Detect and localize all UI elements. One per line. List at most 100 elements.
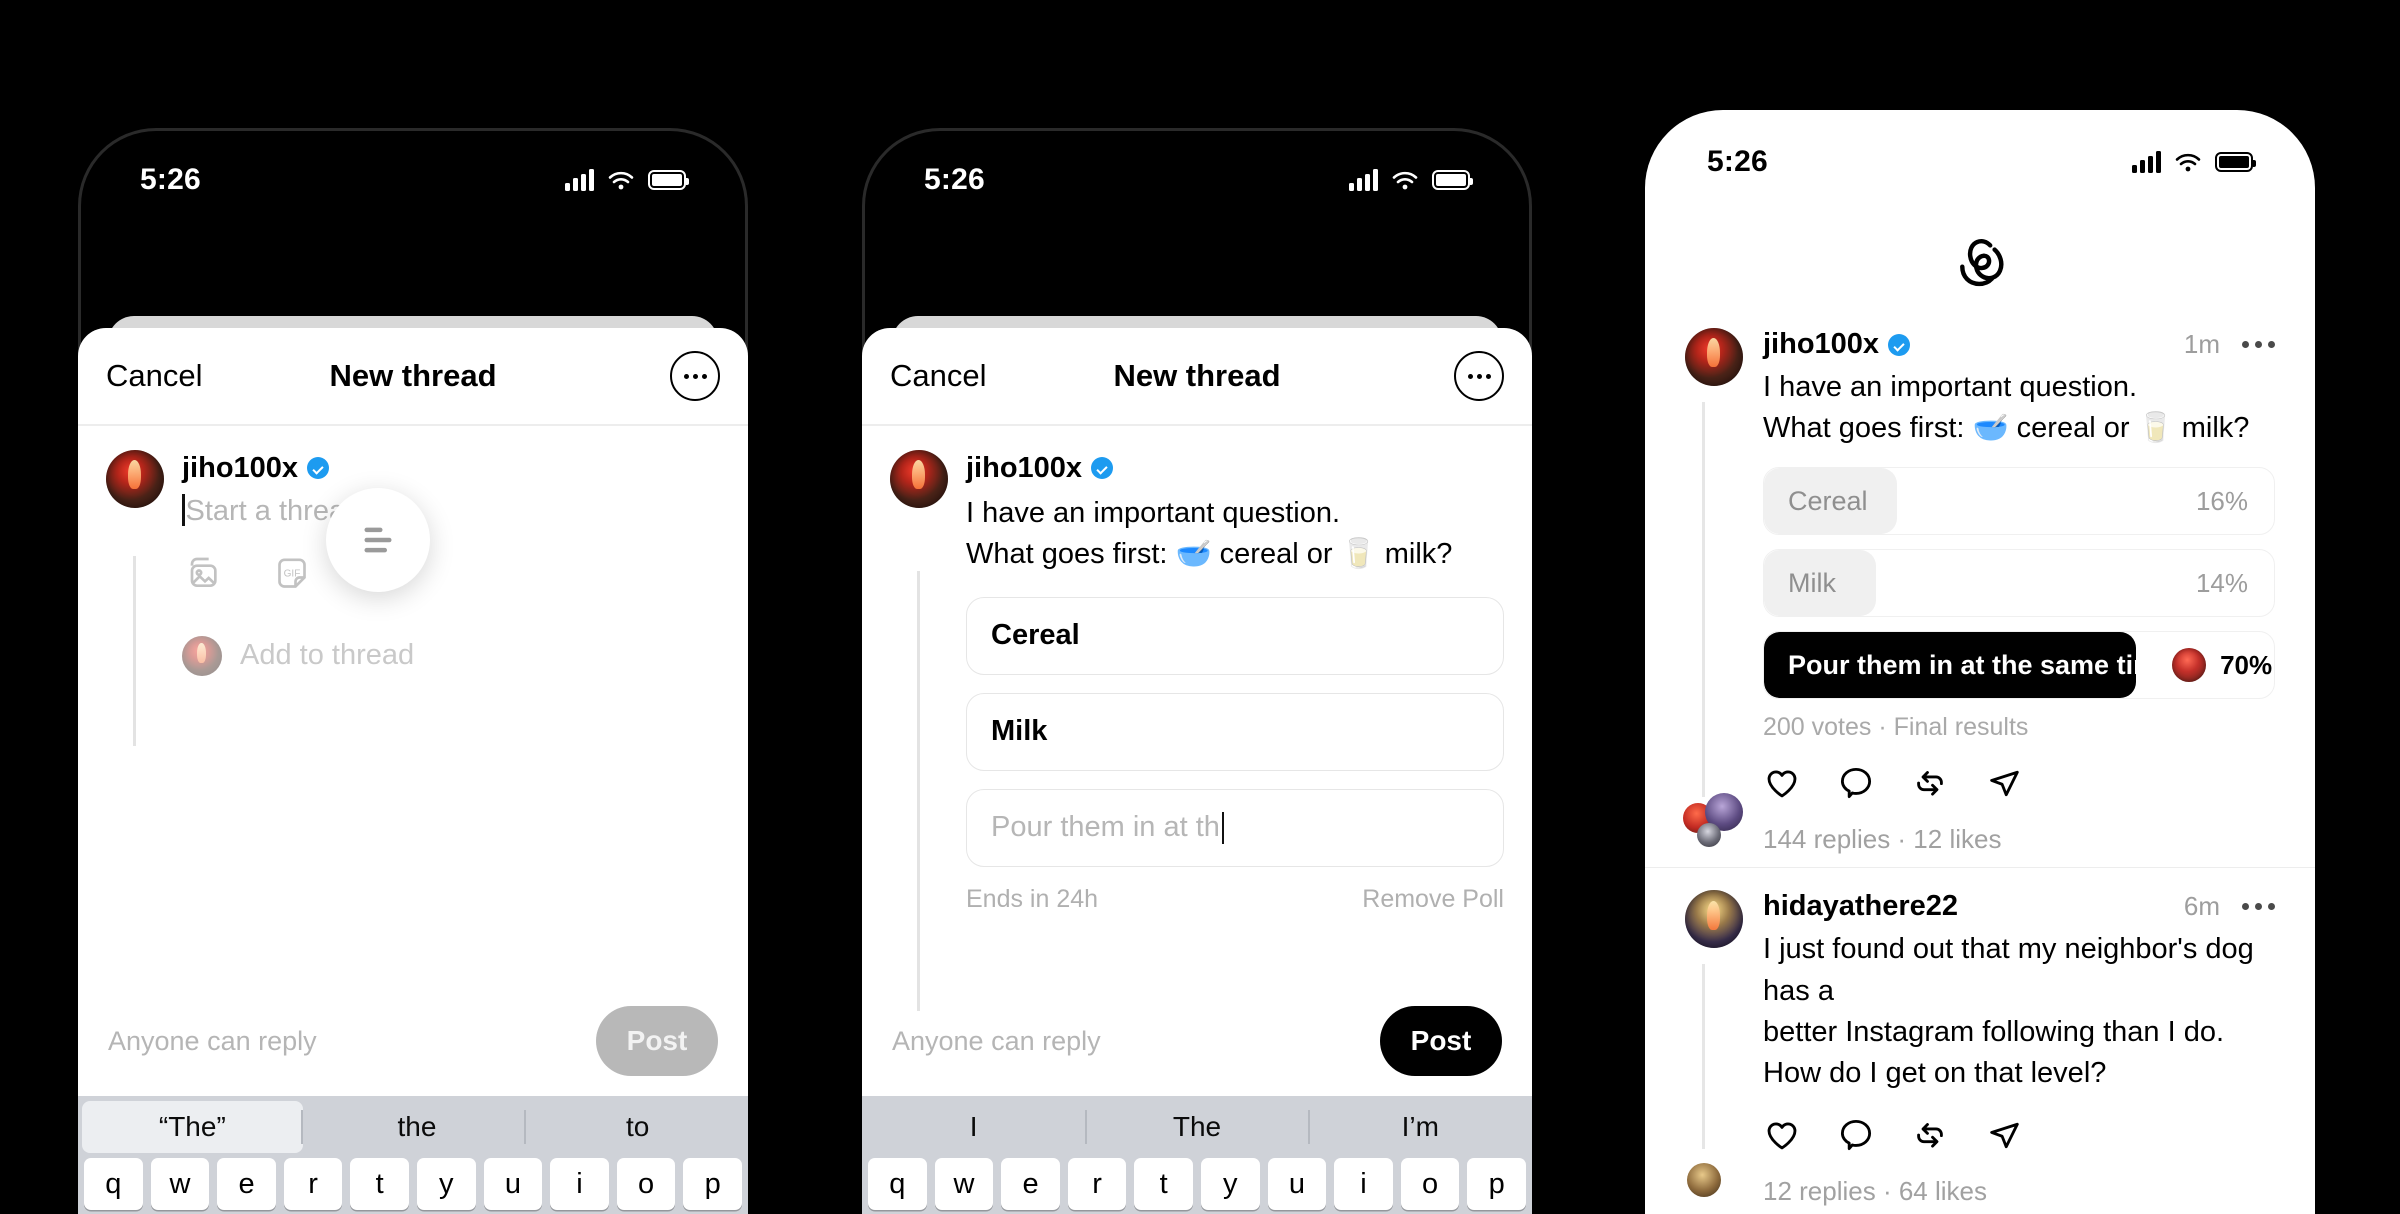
- key-i[interactable]: i: [550, 1158, 609, 1210]
- reply-permission-label[interactable]: Anyone can reply: [108, 1026, 317, 1057]
- avatar-reply-3: [1697, 823, 1721, 848]
- like-icon[interactable]: [1763, 764, 1801, 802]
- post-more-icon[interactable]: [2242, 341, 2275, 348]
- poll-option-3-input[interactable]: Pour them in at th: [966, 788, 1504, 867]
- text-caret: [1221, 811, 1225, 844]
- key-y[interactable]: y: [417, 1158, 476, 1210]
- post-username[interactable]: hidayathere22: [1763, 890, 1958, 923]
- poll-option-2-input[interactable]: Milk: [966, 692, 1504, 771]
- text-caret: [182, 493, 185, 526]
- repost-icon[interactable]: [1911, 764, 1949, 802]
- more-options-icon[interactable]: [670, 351, 720, 401]
- key-y[interactable]: y: [1201, 1158, 1260, 1210]
- threads-logo-icon[interactable]: [1953, 233, 2007, 295]
- poll-results: Cereal 16% Milk 14% Pour them in at the …: [1763, 467, 2275, 742]
- reply-icon[interactable]: [1837, 764, 1875, 802]
- feed-post-text: hidayathere22 6m I just found out that m…: [1645, 867, 2315, 1214]
- post-meta[interactable]: 12 replies · 64 likes: [1763, 1176, 1987, 1207]
- reply-avatar: [1687, 1163, 1721, 1198]
- suggestion-1[interactable]: The: [1085, 1111, 1308, 1143]
- key-q[interactable]: q: [84, 1158, 143, 1210]
- key-r[interactable]: r: [283, 1158, 343, 1210]
- key-i[interactable]: i: [1334, 1158, 1393, 1210]
- reply-icon[interactable]: [1837, 1116, 1875, 1154]
- key-t[interactable]: t: [1134, 1158, 1193, 1210]
- media-icon[interactable]: [182, 554, 222, 594]
- key-e[interactable]: e: [217, 1158, 276, 1210]
- composer-username: jiho100x: [182, 452, 720, 485]
- poll-option-label: Cereal: [1788, 485, 1868, 516]
- post-button[interactable]: Post: [596, 1006, 718, 1076]
- suggestion-0[interactable]: “The”: [82, 1101, 303, 1153]
- poll-votes-summary: 200 votes · Final results: [1763, 713, 2029, 742]
- like-icon[interactable]: [1763, 1116, 1801, 1154]
- post-text-line-1: I just found out that my neighbor's dog …: [1763, 933, 2254, 1007]
- repost-icon[interactable]: [1911, 1116, 1949, 1154]
- suggestion-bar-1: “The” the to: [78, 1096, 748, 1158]
- phone-2-compose-poll: 5:26 Cancel New thread jiho100x I have a…: [862, 128, 1532, 1214]
- compose-sheet-1: Cancel New thread jiho100x Start a threa…: [78, 328, 748, 1214]
- phone-1-compose-empty: 5:26 Cancel New thread jiho100x Start a …: [78, 128, 748, 1214]
- key-o[interactable]: o: [1400, 1158, 1460, 1210]
- share-icon[interactable]: [1985, 1116, 2023, 1154]
- keyboard-2: I The I’m q w e r t y u i o p: [862, 1096, 1532, 1214]
- remove-poll-button[interactable]: Remove Poll: [1362, 885, 1504, 914]
- suggestion-1[interactable]: the: [307, 1111, 528, 1143]
- post-timestamp: 6m: [2183, 891, 2220, 922]
- reply-avatar-stack: [1683, 791, 1749, 849]
- wifi-icon: [607, 169, 635, 191]
- reply-permission-label[interactable]: Anyone can reply: [892, 1026, 1101, 1057]
- share-icon[interactable]: [1985, 764, 2023, 802]
- post-meta[interactable]: 144 replies · 12 likes: [1763, 824, 2001, 855]
- post-more-icon[interactable]: [2242, 903, 2275, 911]
- keyboard-row-1: q w e r t y u i o p: [84, 1158, 742, 1210]
- key-u[interactable]: u: [1267, 1158, 1327, 1210]
- feed-list[interactable]: jiho100x 1m I have an important question…: [1645, 306, 2315, 1214]
- key-t[interactable]: t: [350, 1158, 409, 1210]
- cancel-button[interactable]: Cancel: [890, 358, 987, 394]
- key-u[interactable]: u: [483, 1158, 543, 1210]
- poll-result-row[interactable]: Cereal 16%: [1763, 467, 2275, 536]
- gif-icon[interactable]: GIF: [272, 554, 312, 594]
- composer-2: jiho100x I have an important question. W…: [862, 426, 1532, 1011]
- post-text-line-3: How do I get on that level?: [1763, 1056, 2107, 1089]
- attachment-toolbar: GIF: [182, 554, 720, 594]
- status-time: 5:26: [924, 163, 985, 196]
- thread-text-line-1[interactable]: I have an important question.: [966, 493, 1504, 534]
- line2-prefix: What goes first:: [1763, 412, 1973, 445]
- key-p[interactable]: p: [1467, 1158, 1526, 1210]
- more-options-icon[interactable]: [1454, 351, 1504, 401]
- suggestion-0[interactable]: I: [862, 1111, 1085, 1143]
- poll-option-3-value: Pour them in at th: [991, 811, 1220, 844]
- key-p[interactable]: p: [683, 1158, 742, 1210]
- poll-icon[interactable]: [326, 488, 430, 592]
- poll-result-row-winner[interactable]: Pour them in at the same time 70%: [1763, 631, 2275, 700]
- line2-prefix: What goes first:: [966, 537, 1176, 570]
- thread-text-input[interactable]: Start a thread...: [182, 493, 720, 528]
- post-button[interactable]: Post: [1380, 1006, 1502, 1076]
- suggestion-2[interactable]: to: [527, 1111, 748, 1143]
- status-bar-3: 5:26: [1645, 138, 2315, 186]
- milk-emoji: 🥛: [1340, 537, 1377, 570]
- avatar[interactable]: [1685, 890, 1743, 949]
- status-bar-2: 5:26: [862, 156, 1532, 204]
- cellular-signal-icon: [565, 169, 594, 191]
- avatar[interactable]: [1685, 328, 1743, 386]
- key-e[interactable]: e: [1001, 1158, 1060, 1210]
- poll-result-row[interactable]: Milk 14%: [1763, 549, 2275, 618]
- wifi-icon: [2174, 151, 2202, 173]
- key-w[interactable]: w: [934, 1158, 994, 1210]
- thread-text-line-2[interactable]: What goes first: 🥣 cereal or 🥛 milk?: [966, 534, 1504, 575]
- suggestion-2[interactable]: I’m: [1309, 1111, 1532, 1143]
- phone-3-feed: 5:26 jiho100x 1m I have an important que…: [1645, 110, 2315, 1214]
- key-w[interactable]: w: [150, 1158, 210, 1210]
- post-username[interactable]: jiho100x: [1763, 328, 1911, 361]
- key-o[interactable]: o: [616, 1158, 676, 1210]
- key-r[interactable]: r: [1067, 1158, 1127, 1210]
- poll-meta-row: Ends in 24h Remove Poll: [966, 885, 1504, 914]
- cancel-button[interactable]: Cancel: [106, 358, 203, 394]
- add-to-thread-row[interactable]: Add to thread: [182, 635, 720, 676]
- cellular-signal-icon: [2132, 151, 2161, 173]
- key-q[interactable]: q: [868, 1158, 927, 1210]
- poll-option-1-input[interactable]: Cereal: [966, 596, 1504, 675]
